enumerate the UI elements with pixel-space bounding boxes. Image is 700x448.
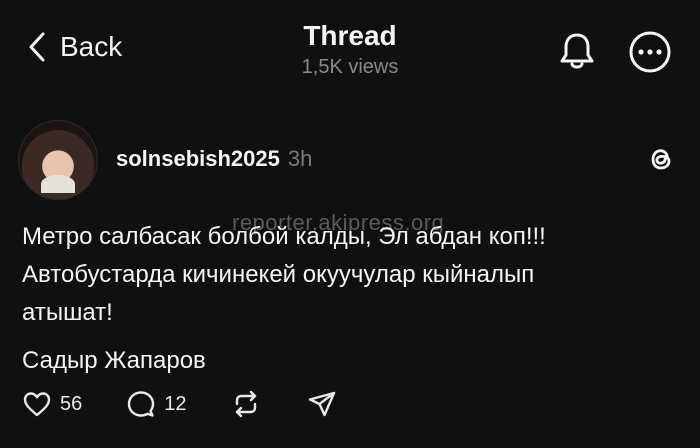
post-signature: Садыр Жапаров — [22, 347, 206, 374]
post-line-2: Автобустарда кичинекей окуучулар кыйналы… — [22, 261, 535, 288]
avatar[interactable] — [18, 120, 98, 200]
threads-logo-icon[interactable] — [644, 142, 678, 176]
repost-icon — [235, 390, 256, 418]
heart-icon — [23, 392, 51, 417]
username[interactable]: solnsebish2025 — [116, 146, 280, 172]
send-icon — [308, 391, 335, 417]
like-count: 56 — [60, 392, 83, 415]
reply-count: 12 — [164, 392, 187, 415]
post: solnsebish2025 3h reporter.akipress.org … — [0, 100, 700, 448]
post-text: Метро салбасак болбой калды, Эл абдан ко… — [22, 218, 682, 380]
comment-icon — [128, 391, 155, 417]
post-meta: solnsebish2025 3h — [116, 146, 312, 172]
top-bar: Back Thread 1,5K views — [0, 0, 700, 100]
share-button[interactable] — [307, 389, 337, 419]
like-button[interactable]: 56 — [22, 389, 82, 419]
post-time: 3h — [287, 146, 313, 171]
repost-button[interactable] — [231, 389, 261, 419]
post-actions: 56 12 — [22, 386, 337, 422]
reply-button[interactable]: 12 — [126, 389, 187, 419]
post-line-1: Метро салбасак болбой калды, Эл абдан ко… — [22, 223, 546, 250]
more-icon[interactable] — [628, 30, 672, 74]
bell-icon[interactable] — [556, 30, 598, 72]
post-line-3: атышат! — [22, 299, 113, 326]
